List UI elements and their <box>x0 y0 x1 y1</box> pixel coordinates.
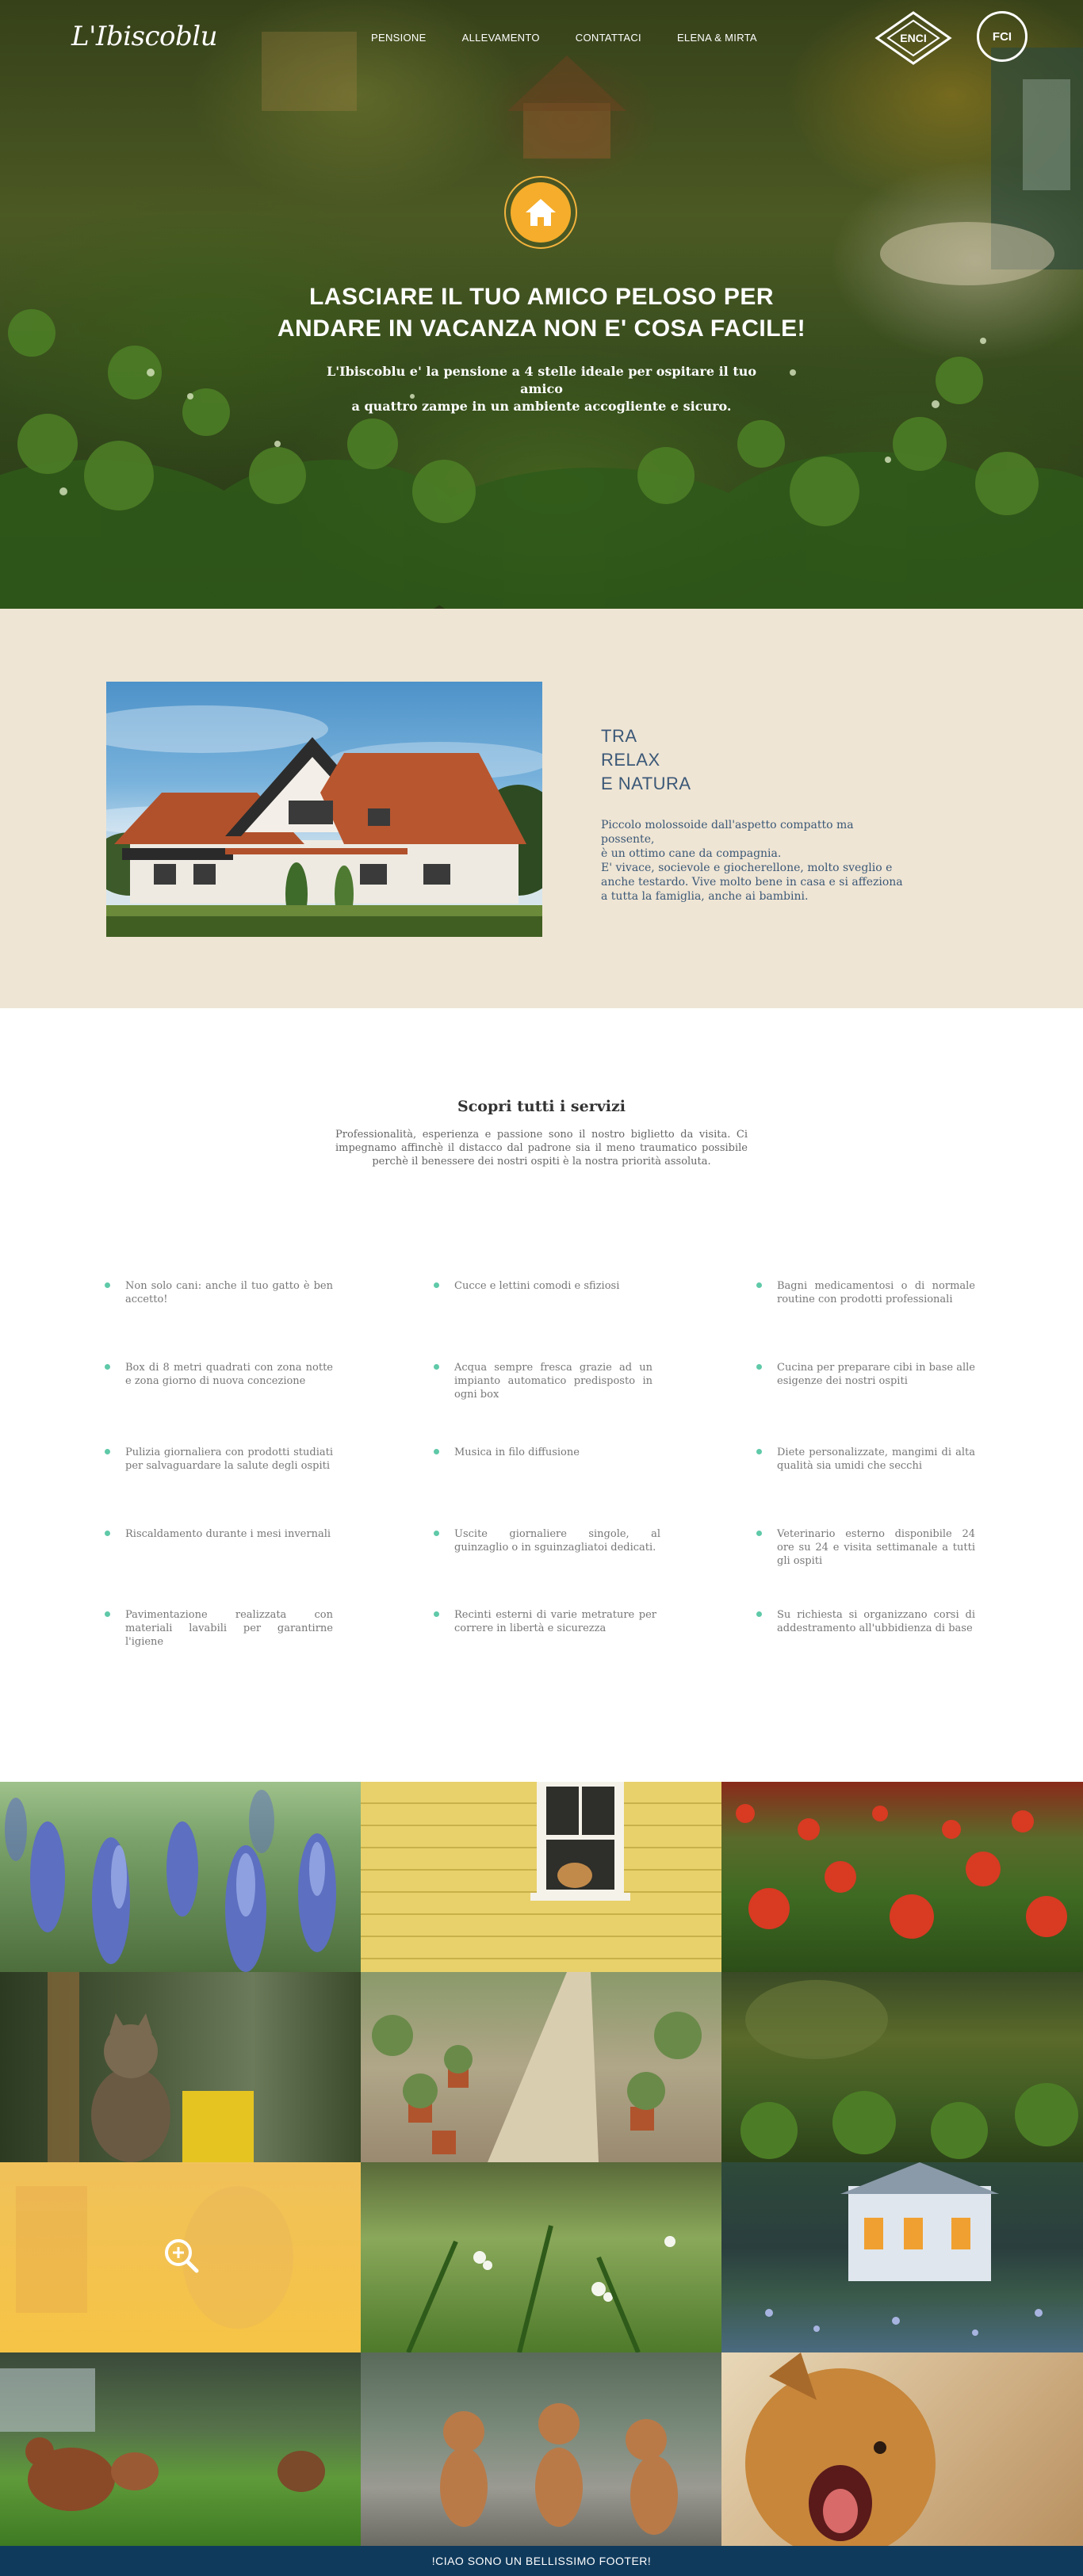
service-item: Bagni medicamentosi o di normale routine… <box>756 1279 975 1306</box>
service-item-text: Acqua sempre fresca grazie ad un impiant… <box>454 1362 652 1401</box>
bullet-icon <box>434 1364 439 1370</box>
service-item: Diete personalizzate, mangimi di alta qu… <box>756 1446 975 1473</box>
about-text-line: E' vivace, socievole e giocherellone, mo… <box>601 862 893 874</box>
hero-title-line-1: LASCIARE IL TUO AMICO PELOSO PER <box>308 284 775 310</box>
service-item: Cucce e lettini comodi e sfiziosi <box>434 1279 656 1293</box>
nav-item-elena-mirta[interactable]: ELENA & MIRTA <box>677 32 757 44</box>
service-item: Cucina per preparare cibi in base alle e… <box>756 1361 975 1388</box>
bullet-icon <box>756 1611 762 1617</box>
service-item-text: Recinti esterni di varie metrature per c… <box>454 1609 656 1634</box>
about-heading-line-1: TRA <box>601 726 637 746</box>
about-heading-line-3: E NATURA <box>601 774 691 793</box>
service-item-text: Cucce e lettini comodi e sfiziosi <box>454 1280 620 1292</box>
site-footer: !CIAO SONO UN BELLISSIMO FOOTER! <box>0 2546 1083 2576</box>
home-icon <box>526 199 556 226</box>
gallery-tile-dog-yawning[interactable] <box>721 2352 1083 2546</box>
about-text-line: anche testardo. Vive molto bene in casa … <box>601 876 903 889</box>
bullet-icon <box>756 1449 762 1454</box>
service-item: Su richiesta si organizzano corsi di add… <box>756 1608 975 1635</box>
service-item: Non solo cani: anche il tuo gatto è ben … <box>105 1279 333 1306</box>
hero-subtitle: L'Ibiscoblu e' la pensione a 4 stelle id… <box>304 363 779 415</box>
hero-subtitle-line-2: a quattro zampe in un ambiente accoglien… <box>351 399 732 414</box>
gallery-tile-cat[interactable] <box>0 1972 361 2162</box>
about-section: TRA RELAX E NATURA Piccolo molossoide da… <box>0 609 1083 1008</box>
about-text-line: a tutta la famiglia, anche ai bambini. <box>601 890 809 903</box>
service-item: Uscite giornaliere singole, al guinzagli… <box>434 1527 660 1554</box>
service-item: Veterinario esterno disponibile 24 ore s… <box>756 1527 975 1568</box>
bullet-icon <box>105 1611 110 1617</box>
enci-badge-label: ENCI <box>900 32 927 44</box>
gallery-tile-garden[interactable] <box>721 1972 1083 2162</box>
gallery-tile-hyacinths[interactable] <box>0 1782 361 1972</box>
service-item: Recinti esterni di varie metrature per c… <box>434 1608 656 1635</box>
gallery-tile-greenhouse[interactable] <box>361 1972 721 2162</box>
fci-badge-label: FCI <box>992 29 1012 44</box>
bullet-icon <box>105 1282 110 1288</box>
about-heading-line-2: RELAX <box>601 750 660 770</box>
bullet-icon <box>434 1449 439 1454</box>
home-icon-circle <box>504 176 577 249</box>
service-item-text: Cucina per preparare cibi in base alle e… <box>777 1362 975 1387</box>
about-text-line: Piccolo molossoide dall'aspetto compatto… <box>601 819 854 846</box>
enci-badge[interactable]: ENCI <box>872 10 955 67</box>
about-text-line: è un ottimo cane da compagnia. <box>601 847 782 860</box>
gallery-tile-house-at-dusk[interactable] <box>721 2162 1083 2352</box>
hero-section: L'Ibiscoblu PENSIONE ALLEVAMENTO CONTATT… <box>0 0 1083 609</box>
service-item: Box di 8 metri quadrati con zona notte e… <box>105 1361 333 1388</box>
hero-title-line-2: ANDARE IN VACANZA NON E' COSA FACILE! <box>277 315 806 342</box>
service-item-text: Musica in filo diffusione <box>454 1447 580 1458</box>
main-nav: PENSIONE ALLEVAMENTO CONTATTACI ELENA & … <box>371 32 793 44</box>
bullet-icon <box>434 1282 439 1288</box>
service-item: Pulizia giornaliera con prodotti studiat… <box>105 1446 333 1473</box>
about-heading: TRA RELAX E NATURA <box>601 724 691 796</box>
bullet-icon <box>434 1531 439 1536</box>
service-item-text: Pavimentazione realizzata con materiali … <box>125 1609 333 1648</box>
gallery-tile-puppies[interactable] <box>361 2352 721 2546</box>
service-item-text: Uscite giornaliere singole, al guinzagli… <box>454 1528 660 1554</box>
hero-subtitle-line-1: L'Ibiscoblu e' la pensione a 4 stelle id… <box>326 364 757 396</box>
bullet-icon <box>105 1449 110 1454</box>
bullet-icon <box>105 1364 110 1370</box>
bullet-icon <box>434 1611 439 1617</box>
nav-item-pensione[interactable]: PENSIONE <box>371 32 427 44</box>
bullet-icon <box>105 1531 110 1536</box>
service-item: Riscaldamento durante i mesi invernali <box>105 1527 333 1541</box>
nav-item-allevamento[interactable]: ALLEVAMENTO <box>462 32 540 44</box>
service-item: Acqua sempre fresca grazie ad un impiant… <box>434 1361 652 1401</box>
gallery-tile-dog-in-window[interactable] <box>361 1782 721 1972</box>
service-item-text: Veterinario esterno disponibile 24 ore s… <box>777 1528 975 1567</box>
service-item-text: Riscaldamento durante i mesi invernali <box>125 1528 331 1540</box>
service-item-text: Diete personalizzate, mangimi di alta qu… <box>777 1447 975 1472</box>
house-image <box>106 682 542 937</box>
service-item-text: Box di 8 metri quadrati con zona notte e… <box>125 1362 333 1387</box>
gallery-tile-hens[interactable] <box>0 2352 361 2546</box>
nav-item-contattaci[interactable]: CONTATTACI <box>576 32 641 44</box>
service-item-text: Su richiesta si organizzano corsi di add… <box>777 1609 975 1634</box>
services-title: Scopri tutti i servizi <box>457 1098 626 1115</box>
service-item-text: Bagni medicamentosi o di normale routine… <box>777 1280 975 1305</box>
hero-title: LASCIARE IL TUO AMICO PELOSO PER ANDARE … <box>224 281 859 345</box>
gallery-tile-poppies[interactable] <box>721 1782 1083 1972</box>
gallery-tile-zoom-overlay[interactable] <box>0 2162 361 2352</box>
bullet-icon <box>756 1531 762 1536</box>
service-item-text: Non solo cani: anche il tuo gatto è ben … <box>125 1280 333 1305</box>
service-item-text: Pulizia giornaliera con prodotti studiat… <box>125 1447 333 1472</box>
services-intro: Professionalità, esperienza e passione s… <box>335 1129 748 1168</box>
gallery-tile-flowers[interactable] <box>361 2162 721 2352</box>
service-item: Pavimentazione realizzata con materiali … <box>105 1608 333 1649</box>
service-item: Musica in filo diffusione <box>434 1446 656 1459</box>
bullet-icon <box>756 1282 762 1288</box>
about-description: Piccolo molossoide dall'aspetto compatto… <box>601 818 910 904</box>
footer-text: !CIAO SONO UN BELLISSIMO FOOTER! <box>431 2555 652 2567</box>
bullet-icon <box>756 1364 762 1370</box>
fci-badge[interactable]: FCI <box>977 11 1028 62</box>
site-logo[interactable]: L'Ibiscoblu <box>71 21 218 52</box>
